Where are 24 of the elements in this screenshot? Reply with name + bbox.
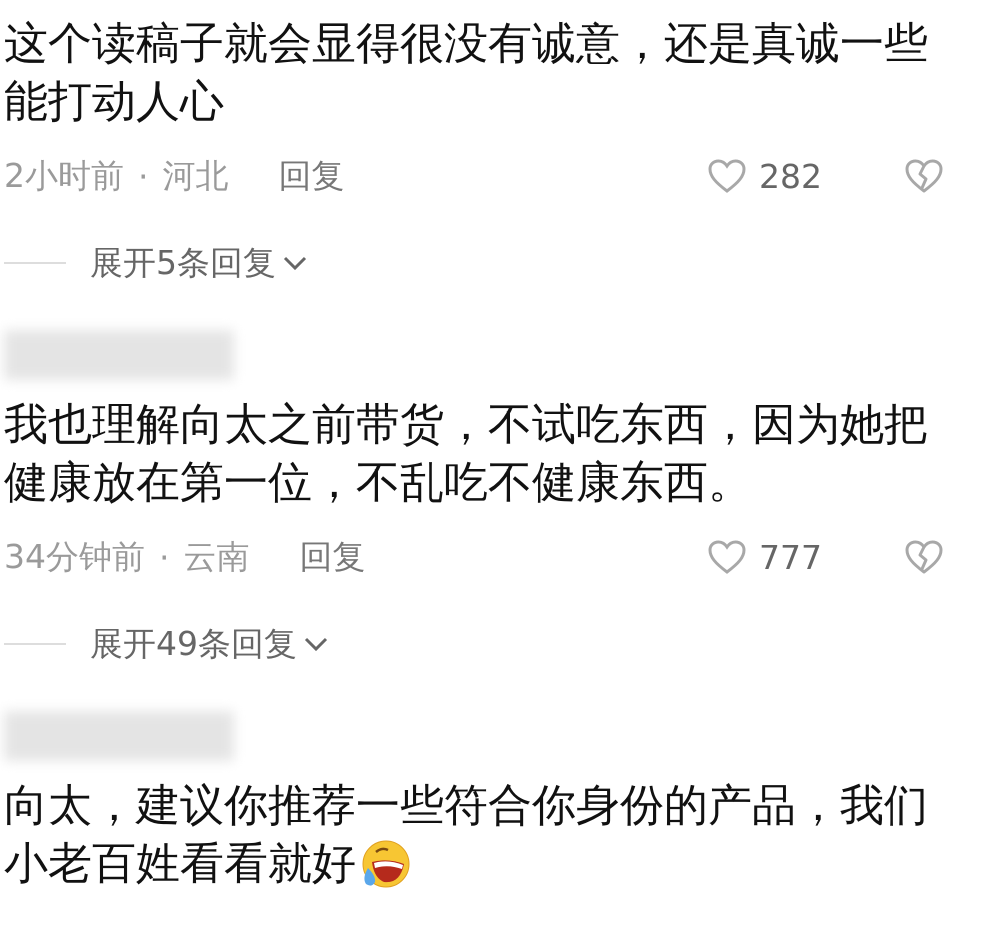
comment-text: 小老百姓看看就好 [4,837,356,891]
expand-replies-link[interactable]: 展开49条回复 [90,622,329,666]
heart-icon[interactable] [707,539,747,575]
reply-link[interactable]: 回复 [300,534,366,580]
comment-location: 云南 [184,536,250,578]
chevron-down-icon [303,636,329,652]
broken-heart-icon[interactable] [904,158,944,194]
comment-text: 健康放在第一位，不乱吃不健康东西。 [4,456,752,510]
expand-replies-link[interactable]: 展开5条回复 [90,240,308,286]
separator-dot: · [159,538,170,576]
comment-text: 能打动人心 [4,75,224,129]
separator-dot: · [138,156,148,196]
comment-time: 2小时前 [4,154,124,196]
like-count: 282 [759,156,822,196]
comment-text: 这个读稿子就会显得很没有诚意，还是真诚一些 [4,17,928,71]
reply-link[interactable]: 回复 [278,154,344,198]
broken-heart-icon[interactable] [904,539,944,575]
comment-text: 我也理解向太之前带货，不试吃东西，因为她把 [4,398,928,452]
comment-time: 34分钟前 [4,536,145,578]
chevron-down-icon [282,255,308,271]
comment-text: 向太，建议你推荐一些符合你身份的产品，我们 [4,779,928,833]
comment-location: 河北 [162,154,228,196]
heart-icon[interactable] [707,158,747,194]
like-count: 777 [759,538,822,576]
